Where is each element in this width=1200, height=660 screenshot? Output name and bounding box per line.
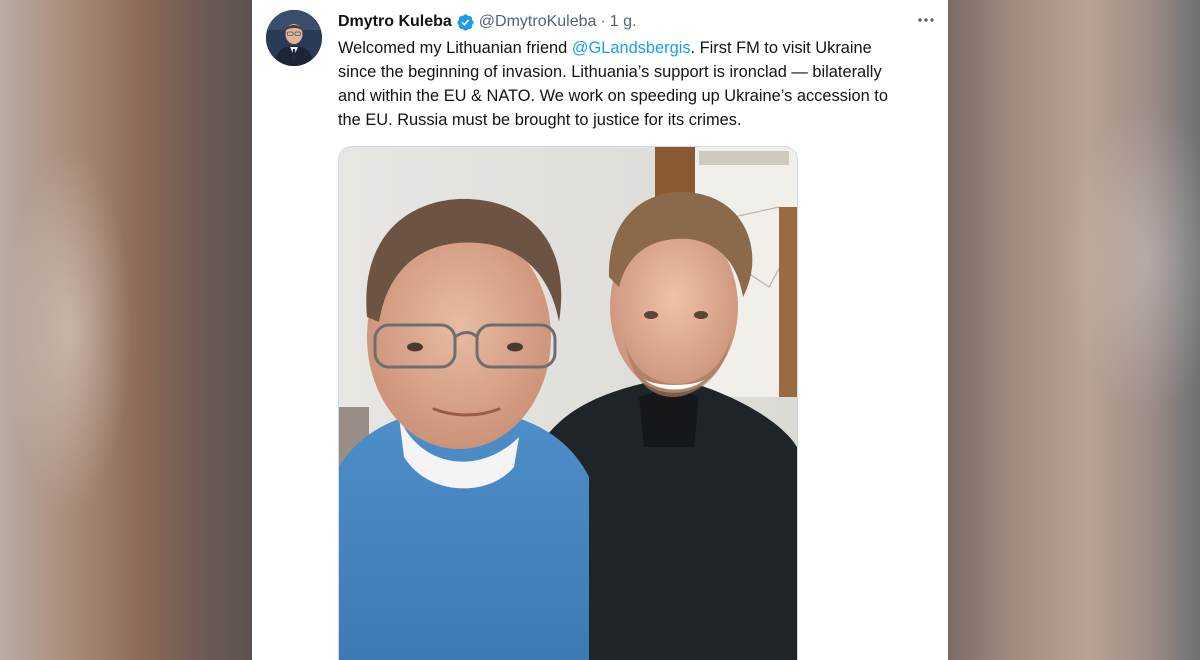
tweet-timestamp[interactable]: 1 g.	[610, 13, 637, 31]
author-handle[interactable]: @DmytroKuleba	[479, 13, 597, 31]
tweet-text-line: since the beginning of invasion. Lithuan…	[338, 63, 882, 81]
background-left-blur	[0, 0, 252, 660]
tweet-photo[interactable]	[338, 146, 798, 660]
tweet-text-segment: Welcomed my Lithuanian friend	[338, 39, 572, 57]
tweet-text-segment: . First FM to visit Ukraine	[690, 39, 872, 57]
author-name[interactable]: Dmytro Kuleba	[338, 13, 452, 31]
tweet-text: Welcomed my Lithuanian friend @GLandsber…	[338, 36, 938, 132]
tweet-header: Dmytro Kuleba @DmytroKuleba · 1 g.	[338, 12, 636, 32]
tweet-text-line: and within the EU & NATO. We work on spe…	[338, 87, 888, 105]
avatar[interactable]	[266, 10, 322, 66]
tweet-text-line: the EU. Russia must be brought to justic…	[338, 111, 742, 129]
verified-badge-icon	[456, 13, 475, 32]
tweet-text-line: Welcomed my Lithuanian friend @GLandsber…	[338, 36, 938, 60]
separator-dot: ·	[600, 13, 606, 30]
tweet-card: Dmytro Kuleba @DmytroKuleba · 1 g. Welco…	[252, 0, 948, 660]
background-right-blur	[948, 0, 1200, 660]
more-options-icon[interactable]	[914, 8, 938, 32]
mention-link[interactable]: @GLandsbergis	[572, 39, 691, 57]
